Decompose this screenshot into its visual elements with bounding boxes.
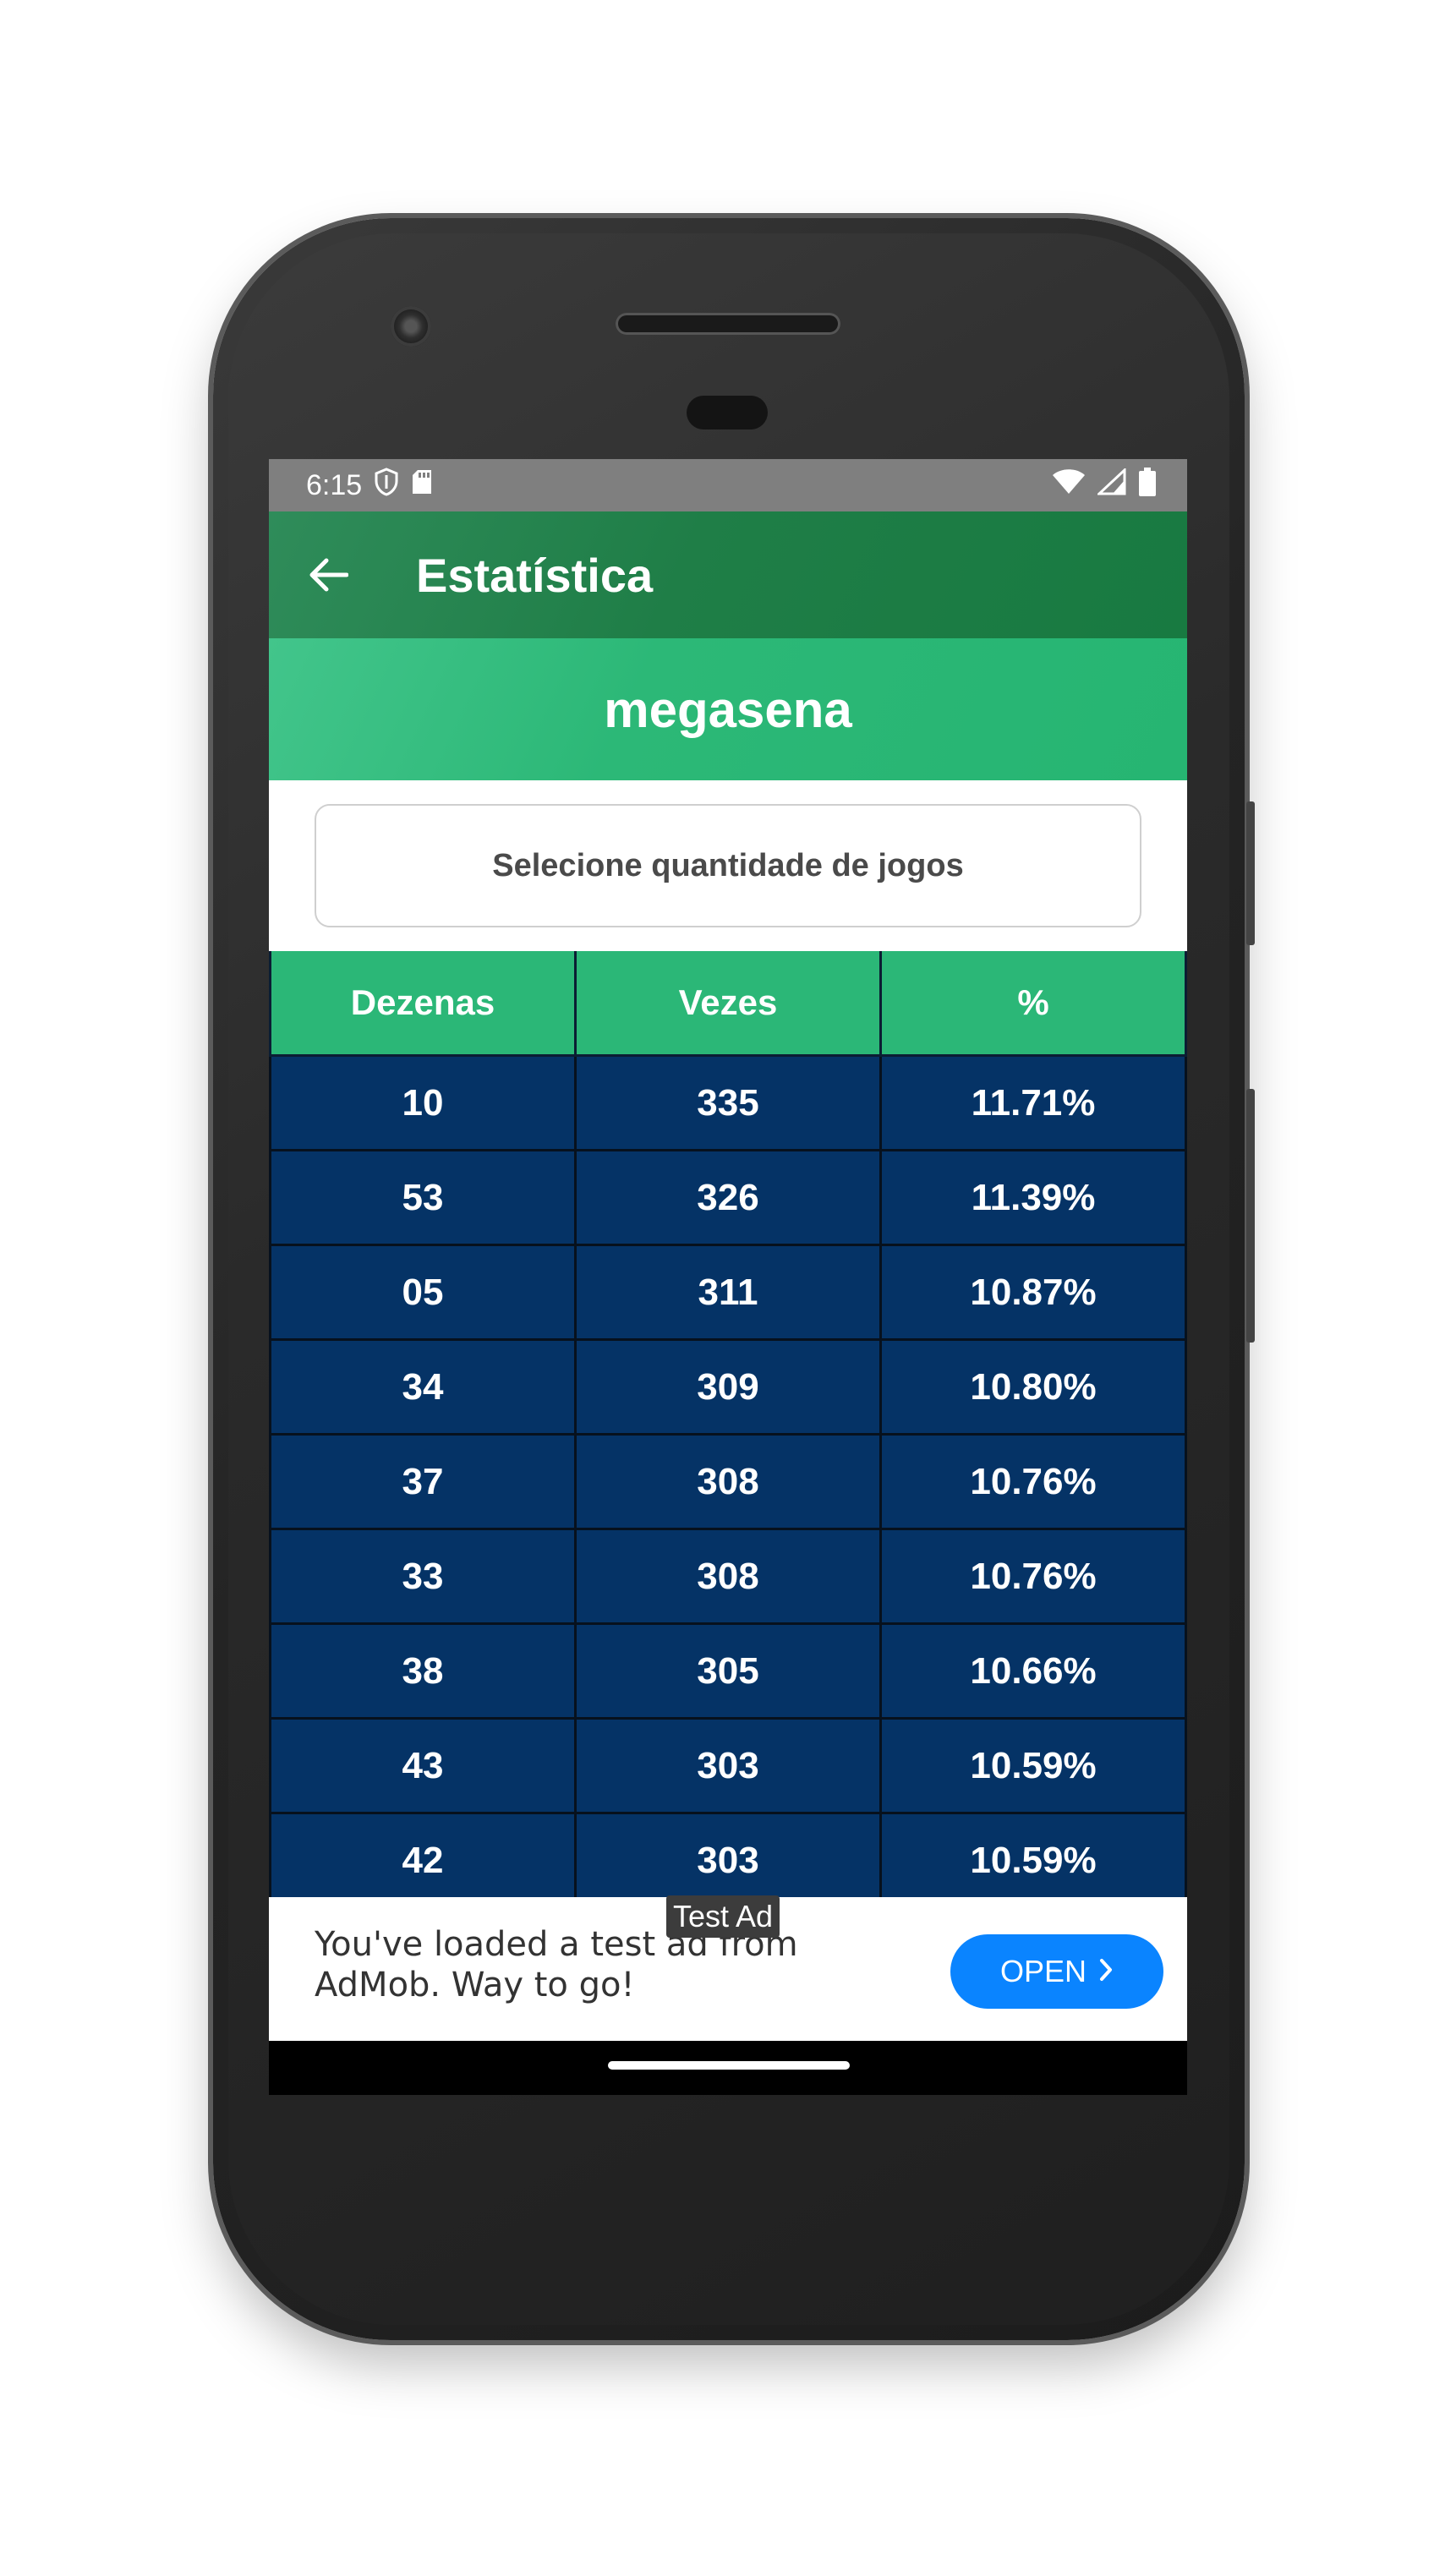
- wifi-icon: [1052, 468, 1086, 503]
- cell-vezes: 326: [574, 1149, 882, 1246]
- cell-percent: 11.71%: [879, 1054, 1187, 1151]
- cell-percent: 10.59%: [879, 1717, 1187, 1814]
- signal-icon: [1096, 467, 1126, 503]
- status-bar: 6:15: [269, 459, 1187, 511]
- table-row: 42 303 10.59%: [269, 1812, 1187, 1909]
- chevron-right-icon: [1098, 1954, 1114, 1989]
- cell-percent: 10.76%: [879, 1433, 1187, 1530]
- ad-message-line2: AdMob. Way to go!: [315, 1966, 635, 2004]
- proximity-sensor: [687, 396, 768, 429]
- table-row: 53 326 11.39%: [269, 1149, 1187, 1246]
- cell-percent: 10.80%: [879, 1338, 1187, 1436]
- cell-dezena: 38: [269, 1622, 577, 1720]
- earpiece-speaker: [616, 313, 840, 335]
- cell-vezes: 303: [574, 1717, 882, 1814]
- battery-icon: [1138, 467, 1157, 504]
- test-ad-label: Test Ad: [666, 1895, 780, 1938]
- navigation-bar: [269, 2041, 1187, 2095]
- volume-button: [1246, 1089, 1255, 1343]
- table-row: 38 305 10.66%: [269, 1622, 1187, 1720]
- column-header-percent: %: [879, 951, 1187, 1057]
- cell-vezes: 335: [574, 1054, 882, 1151]
- selector-container: Selecione quantidade de jogos: [269, 780, 1187, 951]
- cell-dezena: 53: [269, 1149, 577, 1246]
- cell-dezena: 05: [269, 1244, 577, 1341]
- sd-card-icon: [411, 468, 433, 503]
- table-row: 33 308 10.76%: [269, 1528, 1187, 1625]
- cell-dezena: 33: [269, 1528, 577, 1625]
- cell-percent: 11.39%: [879, 1149, 1187, 1246]
- cell-percent: 10.59%: [879, 1812, 1187, 1909]
- ad-open-button[interactable]: OPEN: [950, 1934, 1163, 2009]
- cell-percent: 10.76%: [879, 1528, 1187, 1625]
- table-row: 05 311 10.87%: [269, 1244, 1187, 1341]
- cell-percent: 10.87%: [879, 1244, 1187, 1341]
- cell-vezes: 311: [574, 1244, 882, 1341]
- statistics-table: Dezenas Vezes % 10 335 11.71% 53 326 11.…: [269, 951, 1187, 1909]
- cell-dezena: 34: [269, 1338, 577, 1436]
- status-time: 6:15: [306, 468, 363, 501]
- app-screen: 6:15 Estatística megasena Selecione quan…: [269, 459, 1187, 2095]
- back-arrow-icon[interactable]: [303, 550, 353, 600]
- cell-dezena: 43: [269, 1717, 577, 1814]
- table-row: 37 308 10.76%: [269, 1433, 1187, 1530]
- shield-icon: [374, 467, 399, 504]
- lottery-name-banner: megasena: [269, 638, 1187, 780]
- cell-dezena: 10: [269, 1054, 577, 1151]
- home-gesture-handle[interactable]: [608, 2061, 850, 2070]
- page-title: Estatística: [416, 548, 654, 602]
- cell-dezena: 42: [269, 1812, 577, 1909]
- cell-percent: 10.66%: [879, 1622, 1187, 1720]
- table-header-row: Dezenas Vezes %: [269, 951, 1187, 1057]
- column-header-dezenas: Dezenas: [269, 951, 577, 1057]
- cell-vezes: 308: [574, 1433, 882, 1530]
- front-camera: [391, 306, 431, 347]
- table-row: 43 303 10.59%: [269, 1717, 1187, 1814]
- cell-vezes: 309: [574, 1338, 882, 1436]
- ad-banner[interactable]: You've loaded a test ad from AdMob. Way …: [269, 1895, 1187, 2041]
- table-row: 10 335 11.71%: [269, 1054, 1187, 1151]
- game-quantity-select[interactable]: Selecione quantidade de jogos: [315, 804, 1141, 927]
- ad-open-label: OPEN: [999, 1954, 1087, 1988]
- cell-vezes: 303: [574, 1812, 882, 1909]
- cell-vezes: 308: [574, 1528, 882, 1625]
- cell-dezena: 37: [269, 1433, 577, 1530]
- power-button: [1246, 801, 1255, 945]
- cell-vezes: 305: [574, 1622, 882, 1720]
- table-row: 34 309 10.80%: [269, 1338, 1187, 1436]
- app-bar: Estatística: [269, 511, 1187, 638]
- column-header-vezes: Vezes: [574, 951, 882, 1057]
